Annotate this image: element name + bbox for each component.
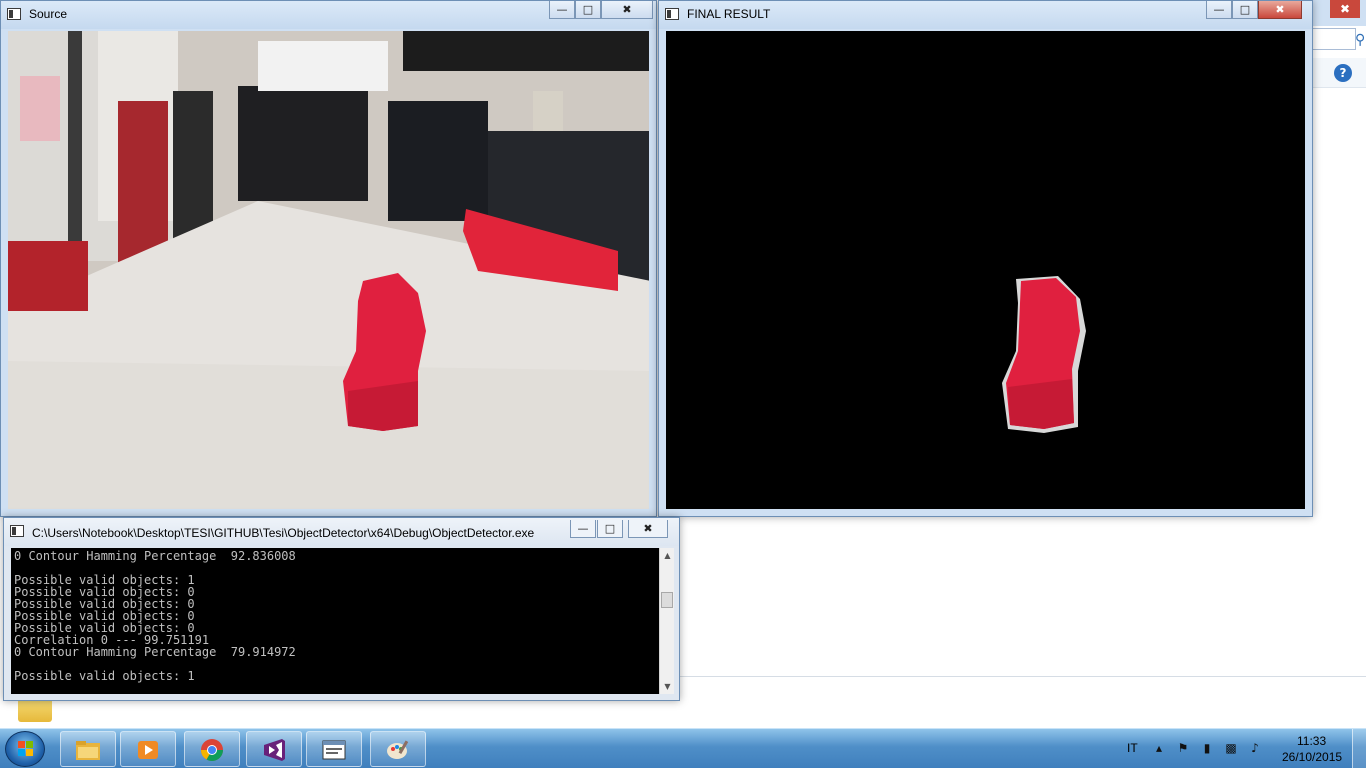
network-signal-icon[interactable]: ▩ [1224,741,1238,755]
close-button[interactable]: ✖ [628,520,668,538]
taskbar-object-detector[interactable] [306,731,362,767]
scroll-up-arrow-icon[interactable]: ▲ [660,548,675,563]
final-result-window-title: FINAL RESULT [687,7,771,21]
visual-studio-icon [264,739,285,761]
console-window[interactable]: C:\Users\Notebook\Desktop\TESI\GITHUB\Te… [3,517,680,701]
final-result-window[interactable]: FINAL RESULT — □ ✖ [658,0,1313,517]
show-hidden-icons-icon[interactable]: ▴ [1152,741,1166,755]
console-scrollbar[interactable]: ▲ ▼ [659,548,674,694]
close-button[interactable]: ✖ [1258,1,1302,19]
console-line: Possible valid objects: 1 [14,669,195,683]
scroll-down-arrow-icon[interactable]: ▼ [660,679,675,694]
taskbar-file-explorer[interactable] [60,731,116,767]
source-camera-frame [8,31,649,509]
search-icon[interactable]: ⚲ [1355,32,1365,48]
media-player-icon [138,741,158,759]
background-search-box[interactable]: ⚲ [1310,28,1365,50]
windows-logo-icon [18,741,34,757]
clock-date[interactable]: 26/10/2015 [1282,750,1342,764]
console-app-icon [322,740,346,760]
final-result-titlebar[interactable]: FINAL RESULT — □ ✖ [659,1,1312,29]
console-output[interactable]: 0 Contour Hamming Percentage 92.836008 P… [11,548,659,694]
paint-icon [387,740,409,759]
source-titlebar[interactable]: Source — □ ✖ [1,1,656,29]
volume-muted-icon[interactable]: ♪ [1248,741,1262,755]
console-line: 0 Contour Hamming Percentage 92.836008 [14,549,296,563]
console-window-icon [10,525,24,537]
taskbar-chrome[interactable] [184,731,240,767]
window-icon [7,8,21,20]
maximize-button[interactable]: □ [575,1,601,19]
minimize-button[interactable]: — [549,1,575,19]
help-icon[interactable]: ? [1334,64,1352,82]
source-window[interactable]: Source — □ ✖ [0,0,657,517]
chrome-icon [201,739,223,761]
start-button[interactable] [5,731,45,767]
background-close-button[interactable]: ✖ [1330,0,1360,18]
background-window-footer [680,676,1366,728]
close-button[interactable]: ✖ [601,1,653,19]
scroll-thumb[interactable] [661,592,673,608]
taskbar-visual-studio[interactable] [246,731,302,767]
maximize-button[interactable]: □ [1232,1,1258,19]
source-window-title: Source [29,7,68,21]
show-desktop-button[interactable] [1352,729,1366,768]
folder-icon [76,741,100,760]
window-icon [665,8,679,20]
maximize-button[interactable]: □ [597,520,623,538]
action-center-flag-icon[interactable]: ⚑ [1176,741,1190,755]
minimize-button[interactable]: — [570,520,596,538]
power-icon[interactable]: ▮ [1200,741,1214,755]
console-window-title: C:\Users\Notebook\Desktop\TESI\GITHUB\Te… [32,526,535,540]
segmented-object-frame [666,31,1305,509]
clock-time[interactable]: 11:33 [1297,734,1326,748]
console-line: 0 Contour Hamming Percentage 79.914972 [14,645,296,659]
taskbar-paint[interactable] [370,731,426,767]
minimize-button[interactable]: — [1206,1,1232,19]
input-language-indicator[interactable]: IT [1127,741,1138,755]
taskbar: IT ▴ ⚑ ▮ ▩ ♪ 11:33 26/10/2015 [0,728,1366,768]
console-titlebar[interactable]: C:\Users\Notebook\Desktop\TESI\GITHUB\Te… [4,518,679,546]
source-camera-view [8,31,649,509]
final-result-view [666,31,1305,509]
taskbar-media-player[interactable] [120,731,176,767]
